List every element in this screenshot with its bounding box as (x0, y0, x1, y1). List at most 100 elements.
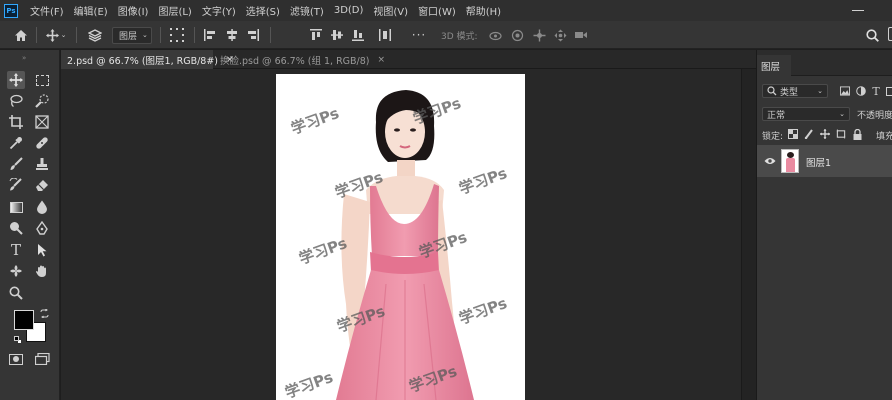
align-left-icon[interactable] (203, 27, 217, 43)
fill-label: 填充 (876, 132, 892, 142)
mode-3d-label: 3D 模式: (441, 31, 478, 42)
lock-all-icon[interactable] (852, 128, 862, 140)
options-bar: ⌄ 图层 ⌄ ··· 3D 模式: (0, 21, 892, 49)
menu-view[interactable]: 视图(V) (373, 3, 408, 18)
separator (36, 27, 37, 43)
separator (160, 27, 161, 43)
healing-brush-tool-icon[interactable] (33, 134, 51, 152)
tab-label: 2.psd @ 66.7% (图层1, RGB/8#) (67, 55, 218, 67)
menu-window[interactable]: 窗口(W) (418, 3, 456, 18)
search-icon[interactable] (863, 27, 881, 43)
eyedropper-tool-icon[interactable] (7, 134, 25, 152)
align-center-icon[interactable] (225, 27, 239, 43)
lock-position-icon[interactable] (820, 129, 830, 139)
path-selection-tool-icon[interactable] (33, 241, 51, 259)
layer-filter-dropdown[interactable]: 类型 ⌄ (762, 84, 828, 98)
gradient-tool-icon[interactable] (7, 198, 25, 216)
screen-mode-icon[interactable] (33, 350, 51, 368)
frame-tool-icon[interactable] (33, 113, 51, 131)
panel-tab-bar: 图层 (757, 50, 892, 76)
lock-pixels-icon[interactable] (804, 129, 814, 139)
auto-select-label: 图层 (119, 31, 138, 42)
auto-select-icon[interactable] (86, 27, 104, 43)
swap-colors-icon[interactable] (40, 308, 49, 319)
document-canvas[interactable]: 学习Ps 学习Ps 学习Ps 学习Ps 学习Ps 学习Ps 学习Ps 学习Ps … (276, 74, 525, 400)
menu-filter[interactable]: 滤镜(T) (290, 3, 324, 18)
filter-shape-icon[interactable] (885, 86, 892, 96)
minimize-icon[interactable] (852, 10, 864, 11)
filter-type-icon[interactable]: T (871, 85, 881, 98)
separator (194, 27, 195, 43)
menu-image[interactable]: 图像(I) (118, 3, 149, 18)
lock-transparent-icon[interactable] (788, 129, 798, 139)
tab-layers[interactable]: 图层 (761, 59, 780, 73)
quick-selection-tool-icon[interactable] (33, 92, 51, 110)
dodge-tool-icon[interactable] (7, 219, 25, 237)
brush-tool-icon[interactable] (7, 155, 25, 173)
vertical-scrollbar[interactable] (741, 69, 756, 400)
home-icon[interactable] (12, 27, 30, 43)
eraser-tool-icon[interactable] (33, 176, 51, 194)
hand-tool-icon[interactable] (33, 262, 51, 280)
pan-3d-icon[interactable] (531, 27, 547, 43)
tab-face-swap-psd[interactable]: 换脸.psd @ 66.7% (组 1, RGB/8) × (214, 50, 385, 69)
collapse-toolbar-icon[interactable]: » (22, 54, 26, 62)
custom-shape-tool-icon[interactable] (7, 262, 25, 280)
separator (270, 27, 271, 43)
quick-mask-icon[interactable] (7, 350, 25, 368)
history-brush-tool-icon[interactable] (7, 176, 25, 194)
document-tabs: 2.psd @ 66.7% (图层1, RGB/8#) × 换脸.psd @ 6… (61, 50, 756, 69)
orbit-3d-icon[interactable] (487, 27, 503, 43)
align-top-icon[interactable] (309, 27, 323, 43)
menu-bar: Ps 文件(F) 编辑(E) 图像(I) 图层(L) 文字(Y) 选择(S) 滤… (0, 0, 892, 21)
pen-tool-icon[interactable] (33, 219, 51, 237)
tools-panel: » T (0, 50, 60, 400)
close-icon[interactable]: × (378, 55, 386, 65)
menu-file[interactable]: 文件(F) (30, 3, 64, 18)
tab-label: 换脸.psd @ 66.7% (组 1, RGB/8) (220, 55, 370, 67)
filter-type-label: 类型 (780, 87, 799, 98)
move-tool-icon[interactable] (7, 71, 25, 89)
tab-2-psd[interactable]: 2.psd @ 66.7% (图层1, RGB/8#) × (61, 50, 234, 69)
layer-thumbnail (781, 149, 799, 173)
blend-mode-dropdown[interactable]: 正常 ⌄ (762, 107, 850, 121)
opacity-label: 不透明度 (857, 111, 892, 121)
lock-label: 锁定: (762, 132, 784, 142)
default-colors-icon[interactable] (14, 336, 23, 345)
layers-panel: 图层 类型 ⌄ T 正常 ⌄ 不透明度 锁定: 填充 图层1 (756, 50, 892, 400)
slide-3d-icon[interactable] (552, 27, 568, 43)
align-middle-icon[interactable] (330, 27, 344, 43)
layer-row[interactable]: 图层1 (757, 145, 892, 177)
transform-controls-icon[interactable] (168, 27, 186, 43)
filter-image-icon[interactable] (840, 86, 850, 96)
menu-edit[interactable]: 编辑(E) (74, 3, 108, 18)
type-tool-icon[interactable]: T (7, 241, 25, 259)
align-bottom-icon[interactable] (351, 27, 365, 43)
workspace-icon[interactable] (888, 27, 892, 41)
scale-3d-icon[interactable] (573, 27, 589, 43)
distribute-icon[interactable] (378, 27, 392, 43)
menu-3d[interactable]: 3D(D) (334, 5, 364, 16)
menu-help[interactable]: 帮助(H) (466, 3, 501, 18)
auto-select-dropdown[interactable]: 图层 ⌄ (112, 26, 152, 44)
separator (76, 27, 77, 43)
filter-adjustment-icon[interactable] (856, 86, 866, 96)
lasso-tool-icon[interactable] (7, 92, 25, 110)
foreground-color-swatch[interactable] (14, 310, 34, 330)
layer-name: 图层1 (806, 158, 832, 169)
move-tool-preset[interactable]: ⌄ (43, 27, 69, 43)
marquee-tool-icon[interactable] (33, 71, 51, 89)
lock-artboard-icon[interactable] (836, 129, 846, 139)
menu-layer[interactable]: 图层(L) (158, 3, 191, 18)
roll-3d-icon[interactable] (509, 27, 525, 43)
align-right-icon[interactable] (246, 27, 260, 43)
menu-select[interactable]: 选择(S) (246, 3, 280, 18)
crop-tool-icon[interactable] (7, 113, 25, 131)
eye-icon[interactable] (764, 156, 776, 166)
zoom-tool-icon[interactable] (7, 284, 25, 302)
menu-type[interactable]: 文字(Y) (202, 3, 236, 18)
photoshop-logo: Ps (4, 3, 18, 18)
blur-tool-icon[interactable] (33, 198, 51, 216)
clone-stamp-tool-icon[interactable] (33, 155, 51, 173)
more-options-icon[interactable]: ··· (411, 27, 427, 43)
